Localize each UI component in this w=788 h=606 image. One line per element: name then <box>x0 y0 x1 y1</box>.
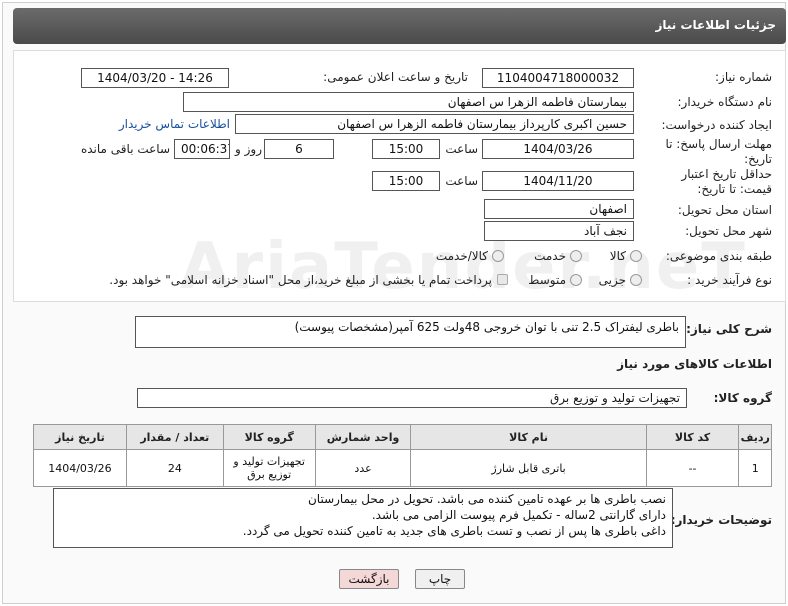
back-button[interactable]: بازگشت <box>339 569 399 589</box>
treasury-payment-note: پرداخت تمام یا بخشی از مبلغ خرید،از محل … <box>109 273 492 287</box>
process-label: نوع فرآیند خرید : <box>687 273 772 287</box>
cell-qty: 24 <box>125 449 224 487</box>
province-field: اصفهان <box>484 199 634 219</box>
table-row: 1 -- باتری قابل شارژ عدد تجهیزات تولید و… <box>33 449 772 487</box>
page-title: جزئیات اطلاعات نیاز <box>655 18 776 32</box>
col-unit-header: واحد شمارش <box>314 424 412 450</box>
col-qty-header: تعداد / مقدار <box>125 424 224 450</box>
cell-date: 1404/03/26 <box>33 449 127 487</box>
category-service-label: خدمت <box>534 249 566 263</box>
goods-group-label: گروه کالا: <box>713 391 772 405</box>
items-table-wrapper: ردیف کد کالا نام کالا واحد شمارش گروه کا… <box>33 424 772 487</box>
buyer-notes-line: نصب باطری ها بر عهده تامین کننده می باشد… <box>307 492 666 506</box>
print-button[interactable]: چاپ <box>415 569 465 589</box>
process-minor-label: جزیی <box>598 273 626 287</box>
buyer-notes-label: توضیحات خریدار: <box>670 513 772 527</box>
description-field: باطری لیفتراک 2.5 تنی با توان خروجی 48ول… <box>135 316 686 348</box>
table-header-row: ردیف کد کالا نام کالا واحد شمارش گروه کا… <box>33 424 772 450</box>
cell-name: باتری قابل شارژ <box>410 449 647 487</box>
creator-field: حسین اکبری کارپرداز بیمارستان فاطمه الزه… <box>235 114 634 134</box>
category-goods-service-radio[interactable] <box>492 250 504 262</box>
need-number-label: شماره نیاز: <box>715 70 772 84</box>
col-date-header: تاریخ نیاز <box>33 424 127 450</box>
creator-label: ایجاد کننده درخواست: <box>661 118 772 132</box>
province-label: استان محل تحویل: <box>677 203 772 217</box>
days-label: روز و <box>235 142 262 156</box>
buyer-org-label: نام دستگاه خریدار: <box>677 95 773 109</box>
deadline-label: مهلت ارسال پاسخ: تا تاریخ: <box>665 137 772 166</box>
cell-unit: عدد <box>314 449 412 487</box>
col-group-header: گروه کالا <box>222 424 316 450</box>
goods-info-title: اطلاعات کالاهای مورد نیاز <box>617 357 772 371</box>
process-minor-radio[interactable] <box>630 274 642 286</box>
buyer-notes-field: نصب باطری ها بر عهده تامین کننده می باشد… <box>53 488 673 548</box>
buyer-notes-line: داغی باطری ها پس از نصب و تست باطری های … <box>242 524 666 538</box>
description-label: شرح کلی نیاز: <box>686 322 772 336</box>
col-code-header: کد کالا <box>645 424 740 450</box>
deadline-time-label: ساعت <box>445 142 478 156</box>
city-field: نجف آباد <box>484 221 634 241</box>
need-number-field: 1104004718000032 <box>482 68 634 88</box>
goods-group-field: تجهیزات تولید و توزیع برق <box>137 388 687 408</box>
process-medium-label: متوسط <box>528 273 566 287</box>
category-label: طبقه بندی موضوعی: <box>665 249 772 263</box>
remaining-time-field: 00:06:37 <box>174 139 230 159</box>
buyer-contact-link[interactable]: اطلاعات تماس خریدار <box>100 117 230 131</box>
watermark-logo: AriaTender.neT <box>180 230 747 304</box>
city-label: شهر محل تحویل: <box>685 224 772 238</box>
category-goods-label: کالا <box>609 249 626 263</box>
days-field: 6 <box>264 139 334 159</box>
price-validity-time-label: ساعت <box>445 174 478 188</box>
remaining-label: ساعت باقی مانده <box>80 142 170 156</box>
process-medium-radio[interactable] <box>570 274 582 286</box>
price-validity-date-field: 1404/11/20 <box>482 171 634 191</box>
announce-field: 1404/03/20 - 14:26 <box>81 68 229 88</box>
items-table: ردیف کد کالا نام کالا واحد شمارش گروه کا… <box>33 424 772 487</box>
deadline-date-field: 1404/03/26 <box>482 139 634 159</box>
category-service-radio[interactable] <box>570 250 582 262</box>
title-bar: جزئیات اطلاعات نیاز <box>13 8 786 44</box>
price-validity-label: حداقل تاریخ اعتبار قیمت: تا تاریخ: <box>681 167 772 196</box>
cell-group: تجهیزات تولید و توزیع برق <box>222 449 316 487</box>
deadline-time-field: 15:00 <box>372 139 440 159</box>
buyer-notes-line: دارای گارانتی 2ساله - تکمیل فرم پیوست ال… <box>371 508 666 522</box>
col-row-header: ردیف <box>738 424 772 450</box>
treasury-payment-checkbox[interactable] <box>497 274 508 285</box>
announce-label: تاریخ و ساعت اعلان عمومی: <box>323 70 468 84</box>
col-name-header: نام کالا <box>410 424 647 450</box>
cell-code: -- <box>645 449 740 487</box>
category-goods-service-label: کالا/خدمت <box>435 249 488 263</box>
category-goods-radio[interactable] <box>630 250 642 262</box>
cell-row: 1 <box>738 449 772 487</box>
price-validity-time-field: 15:00 <box>372 171 440 191</box>
buyer-org-field: بیمارستان فاطمه الزهرا س اصفهان <box>183 92 634 112</box>
